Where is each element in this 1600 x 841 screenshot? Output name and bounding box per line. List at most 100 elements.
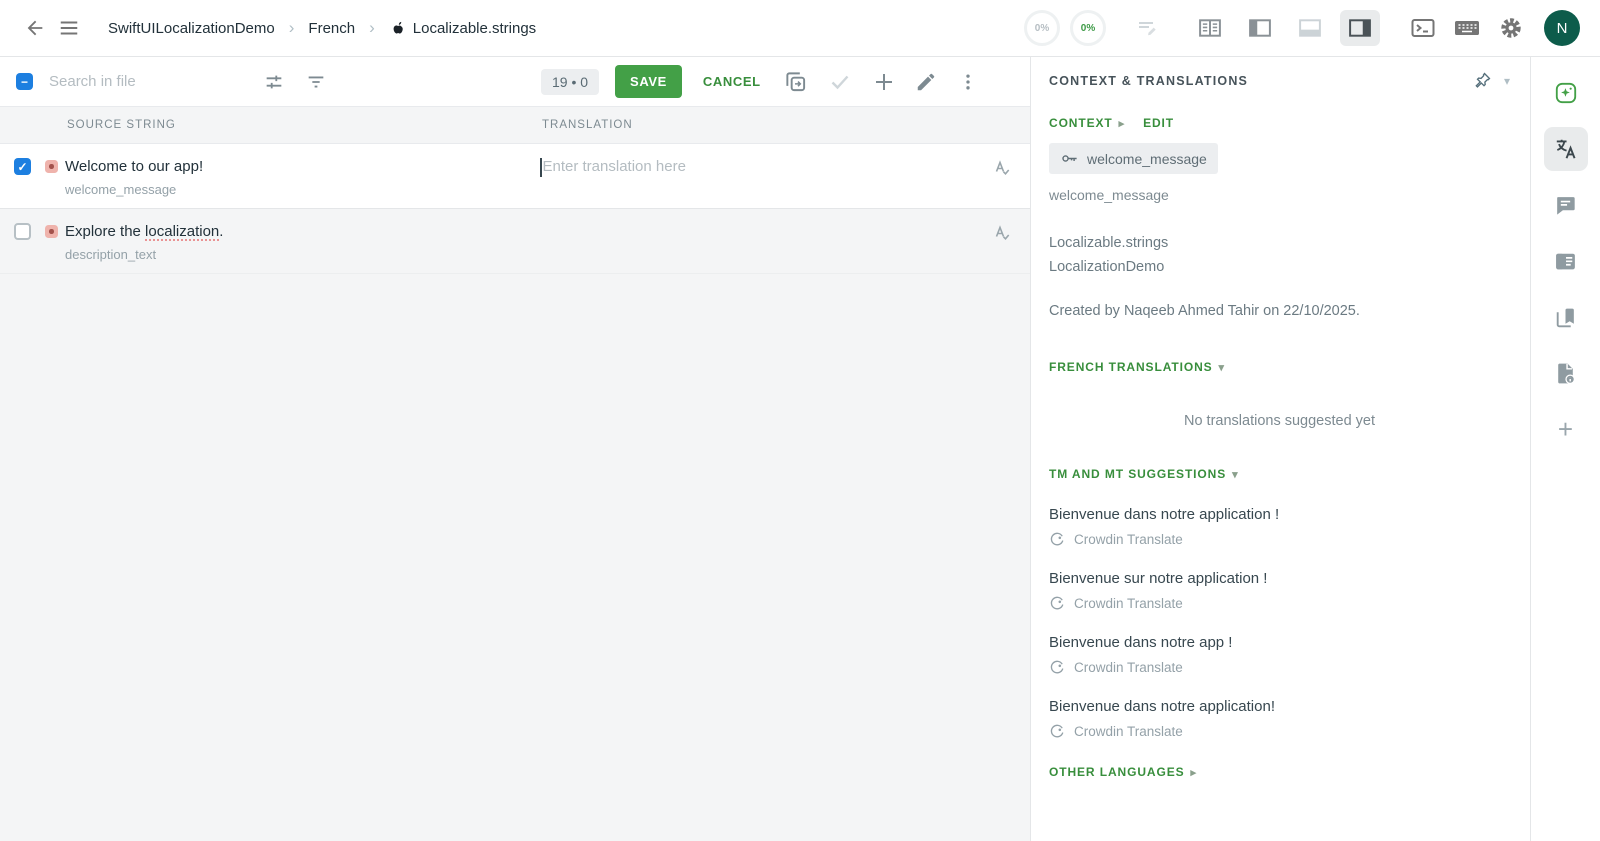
document-info-icon: [1558, 363, 1575, 384]
french-translations-label: FRENCH TRANSLATIONS: [1049, 360, 1213, 374]
pin-panel-button[interactable]: [1473, 71, 1492, 90]
context-label: CONTEXT: [1049, 116, 1113, 130]
top-bar: SwiftUILocalizationDemo › French › Local…: [0, 0, 1600, 57]
more-actions-button[interactable]: [951, 65, 985, 99]
breadcrumb-separator: ›: [369, 18, 375, 37]
project-name: LocalizationDemo: [1049, 259, 1165, 275]
qa-check-button[interactable]: [974, 222, 1030, 244]
add-panel-tab-button[interactable]: +: [1544, 407, 1588, 451]
string-key-chip[interactable]: welcome_message: [1049, 143, 1218, 174]
untranslated-status-icon: [45, 160, 58, 173]
apple-icon: [393, 21, 403, 34]
comment-icon: [1557, 196, 1575, 215]
suggestion-source: Crowdin Translate: [1049, 723, 1510, 739]
breadcrumb-file-label: Localizable.strings: [412, 19, 537, 37]
check-icon: [831, 75, 849, 89]
book-bookmark-icon: [1556, 308, 1574, 327]
save-button[interactable]: SAVE: [615, 65, 682, 98]
suggestion-item[interactable]: Bienvenue sur notre application ! Crowdi…: [1049, 570, 1510, 611]
glossary-card-icon: [1556, 253, 1575, 269]
search-input[interactable]: [49, 73, 257, 90]
breadcrumb-file[interactable]: Localizable.strings: [389, 19, 536, 37]
suggestion-source-label: Crowdin Translate: [1074, 595, 1183, 611]
proofread-progress-ring[interactable]: 0%: [1024, 10, 1060, 46]
dictionary-tab[interactable]: [1544, 295, 1588, 339]
comfortable-view-icon: [1199, 19, 1221, 37]
edit-context-button[interactable]: EDIT: [1143, 116, 1174, 130]
translation-input[interactable]: Enter translation here: [540, 157, 974, 177]
menu-button[interactable]: [52, 11, 86, 45]
breadcrumb-language[interactable]: French: [308, 20, 355, 37]
settings-button[interactable]: [1494, 11, 1528, 45]
misspelled-word: localization: [145, 223, 220, 240]
indeterminate-mark: −: [20, 74, 28, 89]
filter-icon: [308, 76, 324, 87]
string-position-counter: 19 • 0: [541, 68, 600, 95]
string-row[interactable]: ✓ Welcome to our app! welcome_message En…: [0, 144, 1030, 209]
crowdin-translate-icon: [1050, 660, 1064, 674]
editor-area: − 19 • 0 SAVE CANCEL: [0, 57, 1030, 841]
no-translations-message: No translations suggested yet: [1183, 413, 1376, 429]
terms-tab[interactable]: [1544, 239, 1588, 283]
string-key: welcome_message: [65, 182, 177, 197]
edit-string-button[interactable]: [909, 65, 943, 99]
other-languages-toggle[interactable]: OTHER LANGUAGES ▸: [1049, 765, 1197, 779]
caret-right-icon: ▸: [1190, 766, 1197, 779]
collapse-panel-button[interactable]: ▾: [1504, 74, 1510, 88]
draft-pencil-icon: [1139, 22, 1156, 36]
translations-tab[interactable]: [1543, 127, 1588, 171]
tm-suggestions-label: TM AND MT SUGGESTIONS: [1049, 467, 1227, 481]
other-languages-label: OTHER LANGUAGES: [1049, 765, 1185, 779]
panel-header: CONTEXT & TRANSLATIONS ▾: [1049, 71, 1510, 90]
view-mode-comfortable-button[interactable]: [1190, 10, 1230, 46]
caret-down-icon: ▾: [1232, 468, 1239, 481]
string-key: description_text: [65, 247, 157, 262]
suggestion-source: Crowdin Translate: [1049, 659, 1510, 675]
ai-assistant-tab[interactable]: [1544, 71, 1588, 115]
user-avatar[interactable]: N: [1544, 10, 1580, 46]
avatar-initial: N: [1556, 19, 1568, 37]
context-panel: CONTEXT & TRANSLATIONS ▾ CONTEXT ▸ EDIT …: [1030, 57, 1530, 841]
context-section-toggle[interactable]: CONTEXT ▸: [1049, 116, 1125, 130]
filter-button[interactable]: [299, 65, 333, 99]
approve-button[interactable]: [823, 65, 857, 99]
comments-tab[interactable]: [1544, 183, 1588, 227]
plus-icon: +: [1557, 413, 1574, 444]
text-cursor: [540, 158, 542, 177]
suggestion-item[interactable]: Bienvenue dans notre app ! Crowdin Trans…: [1049, 634, 1510, 675]
shortcuts-button[interactable]: [1450, 11, 1484, 45]
gear-icon: [1501, 18, 1521, 38]
tm-suggestions-toggle[interactable]: TM AND MT SUGGESTIONS ▾: [1049, 467, 1239, 481]
translation-progress-ring[interactable]: 0%: [1070, 10, 1106, 46]
drafts-button[interactable]: [1130, 11, 1164, 45]
file-context-tab[interactable]: [1544, 351, 1588, 395]
view-mode-bottom-panel-button[interactable]: [1290, 10, 1330, 46]
spellcheck-icon: [995, 225, 1010, 240]
cancel-button[interactable]: CANCEL: [703, 74, 761, 89]
spellcheck-icon: [995, 160, 1010, 175]
right-panel-view-icon: [1349, 19, 1371, 37]
console-button[interactable]: [1406, 11, 1440, 45]
untranslated-status-icon: [45, 225, 58, 238]
string-row[interactable]: Explore the localization. description_te…: [0, 209, 1030, 274]
suggestion-text: Bienvenue dans notre app !: [1049, 634, 1233, 651]
select-all-checkbox[interactable]: −: [16, 73, 33, 90]
editor-toolbar: − 19 • 0 SAVE CANCEL: [0, 57, 1030, 107]
source-text-part: Explore the: [65, 223, 146, 240]
qa-check-button[interactable]: [974, 157, 1030, 179]
key-chip-label: welcome_message: [1087, 150, 1207, 167]
bottom-panel-view-icon: [1299, 19, 1321, 37]
tune-sliders-icon: [266, 75, 282, 88]
view-mode-right-panel-button[interactable]: [1340, 10, 1380, 46]
add-string-button[interactable]: [867, 65, 901, 99]
search-settings-button[interactable]: [257, 65, 291, 99]
suggestion-item[interactable]: Bienvenue dans notre application ! Crowd…: [1049, 506, 1510, 547]
row-checkbox-unchecked[interactable]: [14, 223, 31, 240]
row-checkbox-checked[interactable]: ✓: [14, 158, 31, 175]
french-translations-toggle[interactable]: FRENCH TRANSLATIONS ▾: [1049, 360, 1225, 374]
breadcrumb-project[interactable]: SwiftUILocalizationDemo: [108, 20, 275, 37]
back-button[interactable]: [18, 11, 52, 45]
copy-source-button[interactable]: [779, 65, 813, 99]
suggestion-item[interactable]: Bienvenue dans notre application! Crowdi…: [1049, 698, 1510, 739]
view-mode-side-by-side-button[interactable]: [1240, 10, 1280, 46]
